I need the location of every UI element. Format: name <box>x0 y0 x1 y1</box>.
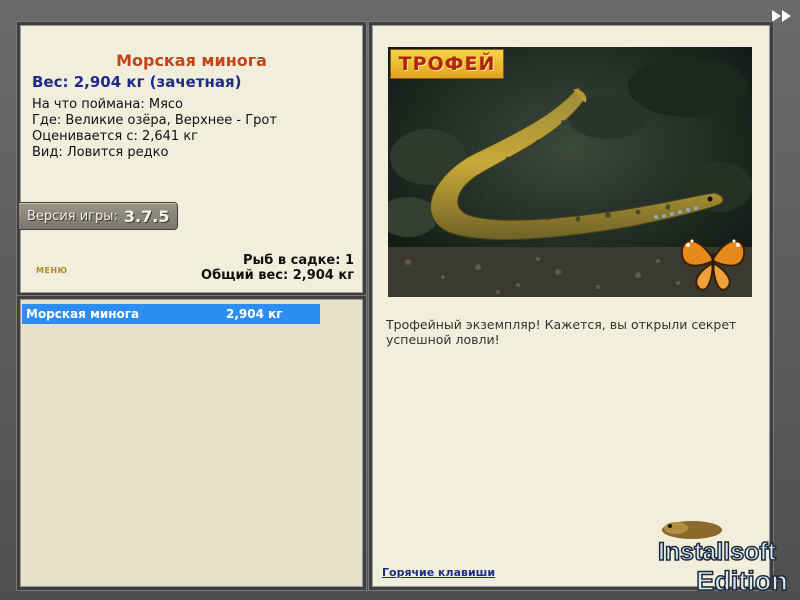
game-version-badge: Версия игры: 3.7.5 <box>18 202 179 230</box>
butterfly-icon <box>680 239 746 291</box>
fish-photo: ТРОФЕЙ <box>388 47 752 297</box>
catch-list-panel: Морская минога 2,904 кг <box>17 296 366 590</box>
logo-line2: Edition <box>696 566 787 596</box>
fish-weight: Вес: 2,904 кг (зачетная) <box>32 73 242 91</box>
menu-button[interactable]: МЕНЮ <box>36 266 68 275</box>
version-label: Версия игры: <box>27 208 118 224</box>
species-rarity: Вид: Ловится редко <box>32 145 169 160</box>
fish-title: Морская минога <box>116 51 267 70</box>
caught-on-bait: На что поймана: Мясо <box>32 97 184 112</box>
installsoft-edition-logo: Installsoft Edition <box>657 521 788 597</box>
logo-line1: Installsoft <box>658 538 777 566</box>
hotkeys-link[interactable]: Горячие клавиши <box>382 566 495 579</box>
catch-name: Морская минога <box>26 307 140 321</box>
keepnet-count: Рыб в садке: 1 <box>242 253 354 268</box>
trophy-description: Трофейный экземпляр! Кажется, вы открыли… <box>386 317 737 347</box>
forward-button[interactable] <box>771 8 795 24</box>
keepnet-total-weight: Общий вес: 2,904 кг <box>201 268 354 283</box>
trophy-detail-panel: ТРОФЕЙ Трофейный экземпляр! Кажется, вы … <box>369 22 773 590</box>
caught-location: Где: Великие озёра, Верхнее - Грот <box>32 113 277 128</box>
catch-weight: 2,904 кг <box>226 307 283 321</box>
list-item[interactable]: Морская минога 2,904 кг <box>22 304 320 324</box>
valued-from: Оценивается с: 2,641 кг <box>32 129 199 144</box>
trophy-badge: ТРОФЕЙ <box>390 49 504 79</box>
trophy-badge-text: ТРОФЕЙ <box>398 53 496 75</box>
version-number: 3.7.5 <box>123 206 170 226</box>
fish-info-panel: Морская минога Вес: 2,904 кг (зачетная) … <box>17 22 366 296</box>
